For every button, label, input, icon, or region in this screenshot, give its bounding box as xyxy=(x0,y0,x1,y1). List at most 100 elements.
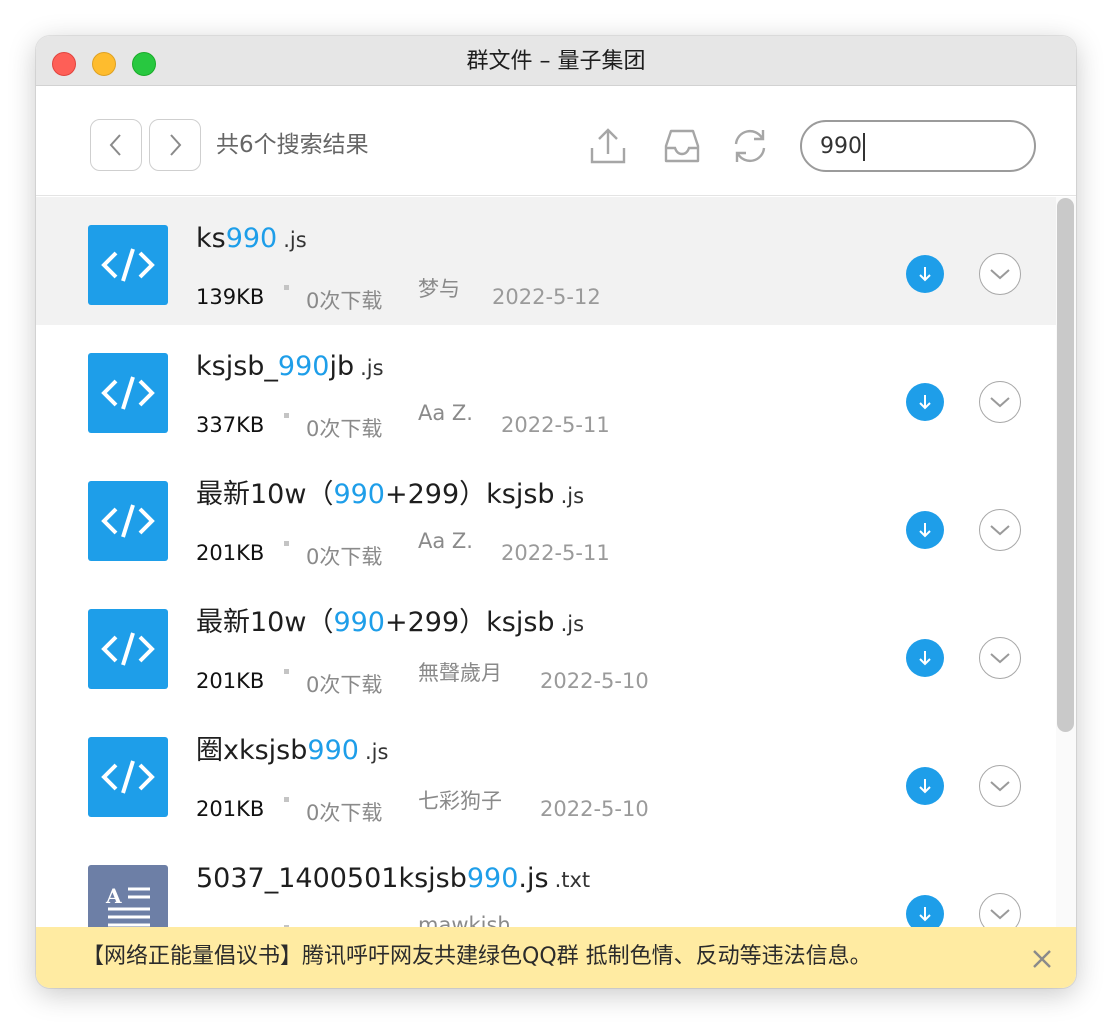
notice-text: 【网络正能量倡议书】腾讯呼吁网友共建绿色QQ群 抵制色情、反动等违法信息。 xyxy=(82,944,872,969)
search-highlight: 990 xyxy=(466,863,519,894)
text-file-icon: A xyxy=(105,884,150,927)
file-row[interactable]: A5037_1400501ksjsb990.js.txt201KB0次下载maw… xyxy=(36,837,1056,927)
inbox-button[interactable] xyxy=(658,122,706,170)
download-button[interactable] xyxy=(906,639,944,677)
file-name-part: +299）ksjsb xyxy=(385,607,555,638)
search-input[interactable] xyxy=(800,120,1036,172)
file-extension: .js xyxy=(560,484,585,508)
file-size: 201KB xyxy=(196,541,265,565)
upload-icon xyxy=(590,128,626,164)
meta-separator xyxy=(284,797,289,802)
chevron-down-icon xyxy=(990,909,1010,920)
search-highlight: 990 xyxy=(225,223,278,254)
svg-text:A: A xyxy=(105,884,122,908)
download-icon xyxy=(919,267,931,282)
search-highlight: 990 xyxy=(277,351,330,382)
file-type-icon xyxy=(88,609,168,689)
file-type-icon xyxy=(88,225,168,305)
uploader-name[interactable]: Aa Z. xyxy=(418,529,473,553)
search-highlight: 990 xyxy=(307,735,359,766)
chevron-down-icon xyxy=(990,653,1010,664)
file-name-part: ksjsb_ xyxy=(196,351,278,382)
file-size: 201KB xyxy=(196,797,265,821)
download-count: 0次下载 xyxy=(306,289,383,313)
forward-button[interactable] xyxy=(149,119,201,171)
more-options-button[interactable] xyxy=(979,509,1021,551)
file-name[interactable]: 圈xksjsb990 .js xyxy=(196,733,388,770)
file-name[interactable]: ksjsb_990jb .js xyxy=(196,349,384,386)
code-file-icon xyxy=(101,376,155,410)
more-options-button[interactable] xyxy=(979,637,1021,679)
file-row[interactable]: ksjsb_990jb .js 337KB 0次下载 Aa Z. 2022-5-11 xyxy=(36,325,1056,453)
file-size: 139KB xyxy=(196,285,265,309)
download-button[interactable] xyxy=(906,383,944,421)
file-row[interactable]: 圈xksjsb990 .js 201KB 0次下载 七彩狗子 2022-5-10 xyxy=(36,709,1056,837)
uploader-name[interactable]: mawkish xyxy=(418,913,511,927)
scrollbar-thumb[interactable] xyxy=(1057,198,1074,732)
download-count: 0次下载 xyxy=(306,545,383,569)
download-count: 0次下载 xyxy=(306,417,383,441)
upload-date: 2022-5-12 xyxy=(492,285,601,309)
uploader-name[interactable]: 七彩狗子 xyxy=(418,785,502,815)
upload-button[interactable] xyxy=(584,122,632,170)
code-file-icon xyxy=(101,504,155,538)
notice-banner: 【网络正能量倡议书】腾讯呼吁网友共建绿色QQ群 抵制色情、反动等违法信息。 xyxy=(36,927,1076,988)
file-name[interactable]: 最新10w（990+299）ksjsb .js xyxy=(196,477,584,514)
file-row[interactable]: 最新10w（990+299）ksjsb .js 201KB 0次下载 無聲歲月 2022-… xyxy=(36,581,1056,709)
upload-date: 2022-5-10 xyxy=(540,797,649,821)
uploader-name[interactable]: 梦与 xyxy=(418,273,460,303)
text-caret xyxy=(863,133,865,161)
chevron-down-icon xyxy=(990,781,1010,792)
code-file-icon xyxy=(101,632,155,666)
uploader-name[interactable]: 無聲歲月 xyxy=(418,657,502,687)
file-name-part: 5037_1400501ksjsb xyxy=(196,863,467,894)
close-icon xyxy=(1033,950,1051,968)
download-icon xyxy=(919,779,931,794)
refresh-icon xyxy=(734,129,766,163)
file-extension: .js xyxy=(360,356,384,380)
chevron-down-icon xyxy=(990,525,1010,536)
download-button[interactable] xyxy=(906,255,944,293)
chevron-down-icon xyxy=(990,397,1010,408)
download-count: 0次下载 xyxy=(306,673,383,697)
more-options-button[interactable] xyxy=(979,765,1021,807)
download-count: 0次下载 xyxy=(306,801,383,825)
meta-separator xyxy=(284,669,289,674)
file-name-part: +299）ksjsb xyxy=(385,479,555,510)
search-highlight: 990 xyxy=(333,479,385,510)
notice-close-button[interactable] xyxy=(1030,947,1054,971)
more-options-button[interactable] xyxy=(979,381,1021,423)
download-button[interactable] xyxy=(906,895,944,927)
search-result-count: 共6个搜索结果 xyxy=(216,132,369,158)
download-button[interactable] xyxy=(906,511,944,549)
file-name[interactable]: ks990 .js xyxy=(196,221,307,258)
back-button[interactable] xyxy=(90,119,142,171)
file-type-icon xyxy=(88,737,168,817)
file-name[interactable]: 5037_1400501ksjsb990.js .txt xyxy=(196,861,590,898)
more-options-button[interactable] xyxy=(979,253,1021,295)
file-row[interactable]: 最新10w（990+299）ksjsb .js 201KB 0次下载 Aa Z. 2022… xyxy=(36,453,1056,581)
download-icon xyxy=(919,395,931,410)
file-row[interactable]: ks990 .js 139KB 0次下载 梦与 2022-5-12 xyxy=(36,197,1056,325)
file-extension: .txt xyxy=(554,868,591,892)
download-icon xyxy=(919,523,931,538)
file-list: ks990 .js 139KB 0次下载 梦与 2022-5-12 ksjsb_990jb.… xyxy=(36,197,1076,927)
file-name-part: 圈xksjsb xyxy=(196,735,308,766)
file-extension: .js xyxy=(560,612,585,636)
inbox-icon xyxy=(664,129,700,163)
uploader-name[interactable]: Aa Z. xyxy=(418,401,473,425)
download-button[interactable] xyxy=(906,767,944,805)
refresh-button[interactable] xyxy=(726,122,774,170)
title-bar: 群文件 – 量子集团 xyxy=(36,36,1076,86)
upload-date: 2022-5-11 xyxy=(501,541,610,565)
more-options-button[interactable] xyxy=(979,893,1021,927)
upload-date: 2022-5-10 xyxy=(540,669,649,693)
toolbar: 共6个搜索结果 xyxy=(36,86,1076,196)
file-size: 201KB xyxy=(196,669,265,693)
file-name-part: 最新10w（ xyxy=(196,479,334,510)
code-file-icon xyxy=(101,760,155,794)
upload-date: 2022-5-11 xyxy=(501,413,610,437)
file-name[interactable]: 最新10w（990+299）ksjsb .js xyxy=(196,605,584,642)
file-size: 337KB xyxy=(196,413,265,437)
download-icon xyxy=(919,651,931,666)
